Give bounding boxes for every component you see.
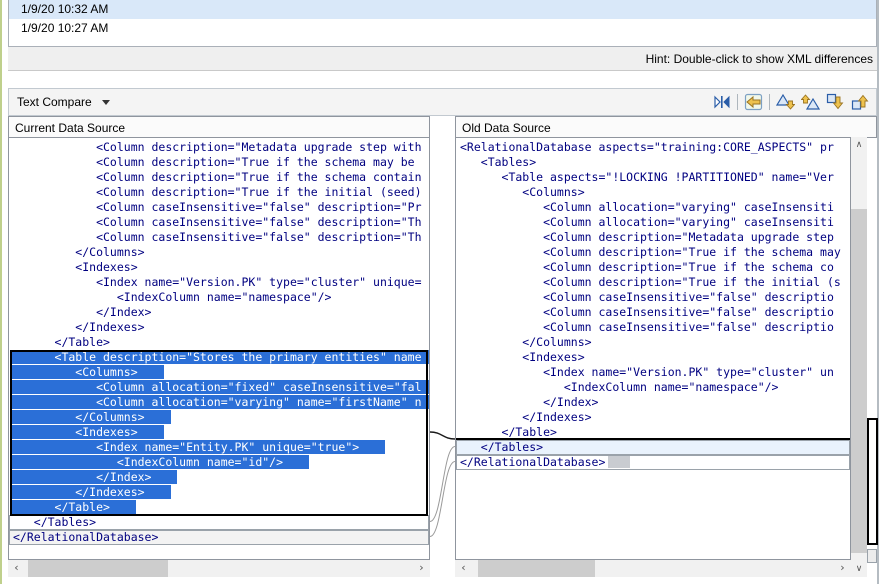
overview-current-diff-marker[interactable] [867, 418, 878, 545]
code-line[interactable]: <Column caseInsensitive="false" descript… [456, 305, 850, 320]
code-line[interactable]: <Column allocation="varying" name="first… [9, 395, 429, 410]
code-line[interactable]: <IndexColumn name="namespace"/> [456, 380, 850, 395]
code-line[interactable]: <Column description="True if the schema … [9, 155, 429, 170]
diff-connector-gutter [430, 137, 455, 560]
toolbar-separator [737, 94, 738, 110]
code-line[interactable]: <Index name="Entity.PK" unique="true"> [9, 440, 429, 455]
scrollbar-thumb[interactable] [478, 560, 595, 577]
code-line[interactable]: <RelationalDatabase aspects="training:CO… [456, 140, 850, 155]
code-line[interactable]: </Table> [9, 500, 429, 515]
code-line[interactable]: <Column caseInsensitive="false" descript… [9, 200, 429, 215]
code-line[interactable]: </Columns> [9, 410, 429, 425]
code-line[interactable]: </Index> [9, 305, 429, 320]
timestamp: 1/9/20 10:27 AM [21, 21, 108, 35]
scroll-left-icon[interactable]: ‹ [8, 560, 25, 577]
right-horizontal-scrollbar[interactable]: ‹ › [455, 560, 851, 577]
code-line[interactable]: <Column caseInsensitive="false" descript… [456, 320, 850, 335]
chevron-down-icon[interactable] [102, 100, 110, 105]
previous-change-icon[interactable] [851, 93, 870, 111]
scroll-right-icon[interactable]: › [413, 560, 430, 577]
left-pane[interactable]: <Column description="Metadata upgrade st… [8, 137, 430, 560]
code-line[interactable]: <Indexes> [9, 425, 429, 440]
code-line[interactable]: <Tables> [456, 155, 850, 170]
code-line[interactable]: <Column description="Metadata upgrade st… [456, 230, 850, 245]
code-line[interactable]: <Indexes> [9, 260, 429, 275]
code-line[interactable]: <Column allocation="varying" caseInsensi… [456, 215, 850, 230]
scroll-left-icon[interactable]: ‹ [455, 560, 472, 577]
scroll-right-icon[interactable]: › [834, 560, 851, 577]
code-line[interactable]: <Column description="True if the initial… [9, 185, 429, 200]
trailing-whitespace-block [608, 456, 630, 468]
code-line[interactable]: <Column caseInsensitive="false" descript… [9, 230, 429, 245]
code-line[interactable]: </Indexes> [456, 410, 850, 425]
left-pane-title: Current Data Source [15, 121, 125, 135]
mirror-icon[interactable] [712, 93, 731, 111]
right-pane-content: <RelationalDatabase aspects="training:CO… [456, 138, 850, 559]
code-line[interactable]: <Column description="Metadata upgrade st… [9, 140, 429, 155]
code-line[interactable]: <Column caseInsensitive="false" descript… [9, 215, 429, 230]
toolbar-separator [769, 94, 770, 110]
scrollbar-thumb[interactable] [851, 209, 867, 553]
code-line[interactable]: <IndexColumn name="namespace"/> [9, 290, 429, 305]
code-line[interactable]: <Indexes> [456, 350, 850, 365]
scroll-down-icon[interactable]: ∨ [851, 561, 867, 577]
code-line[interactable]: <Table aspects="!LOCKING !PARTITIONED" n… [456, 170, 850, 185]
compare-toolbar: Text Compare [8, 88, 877, 116]
vertical-scrollbar[interactable]: ∧ ∨ [851, 137, 867, 577]
code-line[interactable]: <Column description="True if the schema … [456, 260, 850, 275]
diff-connector-curves [430, 137, 455, 560]
code-line[interactable]: <Index name="Version.PK" type="cluster" … [9, 275, 429, 290]
code-line[interactable]: <Column description="True if the schema … [9, 170, 429, 185]
code-line[interactable]: </Indexes> [9, 320, 429, 335]
next-difference-icon[interactable] [776, 93, 795, 111]
code-line[interactable]: <Columns> [9, 365, 429, 380]
code-line[interactable]: <Column caseInsensitive="false" descript… [456, 290, 850, 305]
toolbar-icons [712, 93, 876, 111]
code-line[interactable]: <IndexColumn name="id"/> [9, 455, 429, 470]
code-line[interactable]: </Columns> [9, 245, 429, 260]
overview-diff-marker[interactable] [867, 549, 877, 563]
hint-text: Hint: Double-click to show XML differenc… [646, 52, 873, 66]
scrollbar-thumb[interactable] [28, 560, 168, 577]
code-line[interactable]: </Table> [9, 335, 429, 350]
code-line[interactable]: <Column description="True if the initial… [456, 275, 850, 290]
code-line[interactable]: <Table description="Stores the primary e… [9, 350, 429, 365]
code-line[interactable]: </Table> [456, 425, 850, 440]
copy-current-change-left-icon[interactable] [744, 93, 763, 111]
code-line[interactable]: <Index name="Version.PK" type="cluster" … [456, 365, 850, 380]
history-row-selected[interactable]: 1/9/20 10:32 AM [9, 0, 876, 19]
compare-title[interactable]: Text Compare [17, 95, 92, 109]
scroll-up-icon[interactable]: ∧ [851, 137, 867, 153]
previous-difference-icon[interactable] [801, 93, 820, 111]
left-horizontal-scrollbar[interactable]: ‹ › [8, 560, 430, 577]
right-pane-title: Old Data Source [462, 121, 551, 135]
code-line[interactable]: <Column description="True if the schema … [456, 245, 850, 260]
code-line[interactable]: </Index> [456, 395, 850, 410]
next-change-icon[interactable] [826, 93, 845, 111]
code-line[interactable]: <Column allocation="fixed" caseInsensiti… [9, 380, 429, 395]
code-line[interactable]: </Tables> [456, 440, 850, 455]
code-line[interactable]: </RelationalDatabase> [9, 530, 429, 545]
timestamp: 1/9/20 10:32 AM [21, 2, 108, 16]
window-accent-border [0, 0, 2, 584]
code-line[interactable]: </Columns> [456, 335, 850, 350]
left-pane-header: Current Data Source [8, 116, 430, 138]
code-line[interactable]: </Tables> [9, 515, 429, 530]
right-pane[interactable]: <RelationalDatabase aspects="training:CO… [455, 137, 851, 560]
code-line[interactable]: </RelationalDatabase> [456, 455, 850, 470]
hint-bar: Hint: Double-click to show XML differenc… [8, 47, 877, 71]
left-pane-content: <Column description="Metadata upgrade st… [9, 138, 429, 559]
code-line[interactable]: </Indexes> [9, 485, 429, 500]
code-line[interactable]: </Index> [9, 470, 429, 485]
history-list: 1/9/20 10:32 AM 1/9/20 10:27 AM [8, 0, 877, 47]
code-line[interactable]: <Columns> [456, 185, 850, 200]
code-line[interactable]: <Column allocation="varying" caseInsensi… [456, 200, 850, 215]
right-pane-header: Old Data Source [455, 116, 877, 138]
history-row[interactable]: 1/9/20 10:27 AM [9, 19, 876, 38]
